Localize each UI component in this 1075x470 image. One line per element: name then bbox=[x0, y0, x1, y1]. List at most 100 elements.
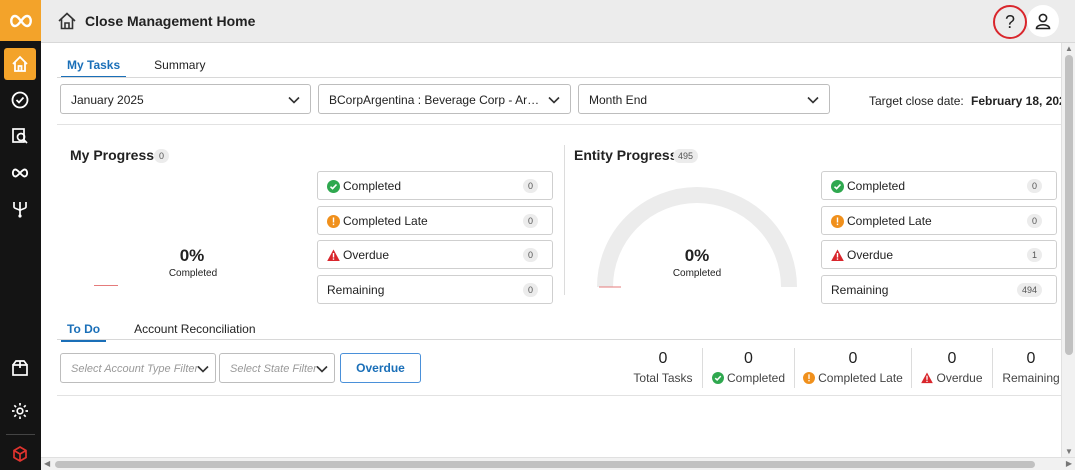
summary-divider bbox=[992, 348, 993, 388]
account-type-placeholder: Select Account Type Filter bbox=[71, 363, 199, 375]
header-home-icon[interactable] bbox=[56, 10, 78, 32]
stat-value: 0 bbox=[1026, 214, 1042, 228]
warning-circle-icon bbox=[803, 372, 816, 384]
entity-progress-title: Entity Progress bbox=[574, 147, 678, 163]
entity-stat-completed[interactable]: Completed 0 bbox=[821, 171, 1057, 200]
stat-value: 494 bbox=[1016, 283, 1042, 297]
chevron-down-icon bbox=[197, 365, 209, 373]
check-circle-icon bbox=[711, 372, 724, 384]
state-placeholder: Select State Filter bbox=[230, 363, 317, 375]
vertical-scroll-thumb[interactable] bbox=[1065, 55, 1073, 355]
summary-completed-late[interactable]: 0 Completed Late bbox=[801, 350, 905, 385]
entity-progress-count: 495 bbox=[673, 149, 699, 163]
section-divider bbox=[57, 124, 1061, 125]
my-progress-gauge-base bbox=[94, 285, 118, 286]
app-root: Close Management Home ? My Tasks Summary… bbox=[0, 0, 1075, 470]
my-stat-completed[interactable]: Completed 0 bbox=[317, 171, 553, 200]
stat-label: Completed bbox=[343, 179, 402, 193]
target-close-label: Target close date: bbox=[869, 94, 964, 108]
summary-completed[interactable]: 0 Completed bbox=[709, 350, 788, 385]
summary-label: Remaining bbox=[1002, 371, 1060, 385]
chevron-down-icon bbox=[548, 96, 560, 104]
rail-divider bbox=[6, 434, 35, 435]
stat-value: 0 bbox=[522, 179, 538, 193]
stat-label: Remaining bbox=[327, 283, 385, 297]
reconciliation-icon[interactable] bbox=[4, 120, 36, 152]
state-filter[interactable]: Select State Filter bbox=[219, 353, 335, 383]
stat-value: 0 bbox=[522, 248, 538, 262]
check-circle-icon bbox=[327, 180, 340, 193]
help-button[interactable]: ? bbox=[993, 5, 1027, 39]
period-select[interactable]: January 2025 bbox=[60, 84, 311, 114]
horizontal-scrollbar[interactable]: ◀ ▶ bbox=[41, 457, 1075, 470]
overdue-filter-button[interactable]: Overdue bbox=[340, 353, 421, 383]
my-progress-percent: 0% bbox=[179, 246, 205, 265]
stat-label: Overdue bbox=[343, 248, 390, 262]
warning-circle-icon bbox=[327, 215, 340, 228]
my-stat-completed-late[interactable]: Completed Late 0 bbox=[317, 206, 553, 235]
tab-summary[interactable]: Summary bbox=[148, 57, 211, 78]
summary-label: Total Tasks bbox=[633, 371, 693, 385]
workflow-icon[interactable] bbox=[4, 193, 36, 225]
period-value: January 2025 bbox=[71, 93, 144, 107]
home-icon[interactable] bbox=[4, 48, 36, 80]
my-stat-remaining[interactable]: Remaining 0 bbox=[317, 275, 553, 304]
summary-value: 0 bbox=[947, 350, 957, 367]
scroll-right-arrow-icon[interactable]: ▶ bbox=[1066, 459, 1072, 468]
summary-value: 0 bbox=[1026, 350, 1036, 367]
warning-circle-icon bbox=[831, 215, 844, 228]
entity-stat-completed-late[interactable]: Completed Late 0 bbox=[821, 206, 1057, 235]
close-type-value: Month End bbox=[589, 93, 648, 107]
my-progress-percent-label: Completed bbox=[168, 268, 218, 279]
page-header: Close Management Home ? bbox=[41, 0, 1075, 43]
infinity-icon[interactable] bbox=[4, 157, 36, 189]
top-tabs: My Tasks Summary bbox=[61, 57, 233, 78]
stat-label: Completed Late bbox=[847, 214, 932, 228]
stat-value: 1 bbox=[1026, 248, 1042, 262]
panel-divider bbox=[564, 145, 565, 295]
check-circle-icon bbox=[831, 180, 844, 193]
tabs-underline bbox=[57, 77, 1061, 78]
my-progress-count: 0 bbox=[154, 149, 170, 163]
settings-icon[interactable] bbox=[4, 395, 36, 427]
my-stat-overdue[interactable]: Overdue 0 bbox=[317, 240, 553, 269]
brand-cube-icon[interactable] bbox=[4, 438, 36, 470]
lower-tabs-underline bbox=[57, 339, 1061, 340]
account-type-filter[interactable]: Select Account Type Filter bbox=[60, 353, 216, 383]
summary-remaining[interactable]: 0 Remaining bbox=[998, 350, 1061, 385]
scroll-down-arrow-icon[interactable]: ▼ bbox=[1065, 447, 1073, 456]
list-divider bbox=[57, 395, 1061, 396]
help-icon: ? bbox=[1004, 12, 1015, 32]
entity-value: BCorpArgentina : Beverage Corp - Argen… bbox=[329, 93, 560, 107]
tasks-check-icon[interactable] bbox=[4, 84, 36, 116]
summary-total-tasks[interactable]: 0 Total Tasks bbox=[630, 350, 696, 385]
logo-icon[interactable] bbox=[0, 0, 41, 41]
stat-label: Overdue bbox=[847, 248, 894, 262]
chevron-down-icon bbox=[316, 365, 328, 373]
stat-value: 0 bbox=[522, 214, 538, 228]
vertical-scrollbar[interactable]: ▲ ▼ bbox=[1061, 43, 1075, 457]
chevron-down-icon bbox=[807, 96, 819, 104]
user-profile-button[interactable] bbox=[1027, 5, 1059, 37]
tab-my-tasks[interactable]: My Tasks bbox=[61, 57, 127, 78]
scroll-left-arrow-icon[interactable]: ◀ bbox=[44, 459, 50, 468]
scroll-up-arrow-icon[interactable]: ▲ bbox=[1065, 44, 1073, 53]
close-type-select[interactable]: Month End bbox=[578, 84, 830, 114]
stat-value: 0 bbox=[522, 283, 538, 297]
entity-stat-remaining[interactable]: Remaining 494 bbox=[821, 275, 1057, 304]
stat-label: Remaining bbox=[831, 283, 889, 297]
alert-triangle-icon bbox=[921, 372, 934, 384]
entity-progress-percent-label: Completed bbox=[672, 268, 722, 279]
summary-overdue[interactable]: 0 Overdue bbox=[918, 350, 986, 385]
summary-label: Completed Late bbox=[818, 371, 903, 385]
left-nav-rail bbox=[0, 0, 41, 470]
summary-label: Completed bbox=[726, 371, 786, 385]
entity-stat-overdue[interactable]: Overdue 1 bbox=[821, 240, 1057, 269]
main-content: My Tasks Summary January 2025 BCorpArgen… bbox=[41, 43, 1061, 457]
summary-value: 0 bbox=[658, 350, 668, 367]
horizontal-scroll-thumb[interactable] bbox=[55, 461, 1035, 468]
package-icon[interactable] bbox=[4, 352, 36, 384]
entity-select[interactable]: BCorpArgentina : Beverage Corp - Argen… bbox=[318, 84, 571, 114]
chevron-down-icon bbox=[288, 96, 300, 104]
stat-label: Completed Late bbox=[343, 214, 428, 228]
